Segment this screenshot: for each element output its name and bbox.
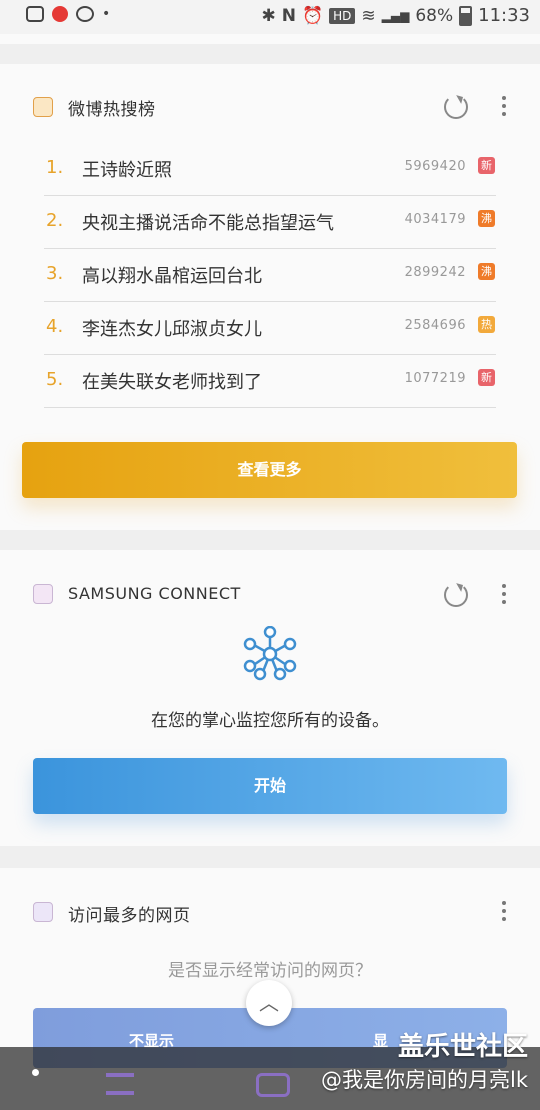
browser-icon: [33, 902, 53, 922]
hot-list-item[interactable]: 2. 央视主播说活命不能总指望运气 4034179 沸: [44, 196, 496, 249]
system-status: ✱ N ⏰ HD ≋ ▂▄▆ 68% 11:33: [261, 5, 530, 26]
hot-rank: 1.: [46, 157, 64, 178]
samsung-description: 在您的掌心监控您所有的设备。: [151, 711, 389, 731]
hot-badge: 新: [478, 369, 495, 386]
hot-badge: 沸: [478, 210, 495, 227]
refresh-icon[interactable]: [444, 583, 468, 607]
hd-badge: HD: [329, 7, 356, 24]
previous-card-edge: [0, 34, 540, 44]
hot-count: 5969420: [404, 159, 466, 174]
status-bar: • ✱ N ⏰ HD ≋ ▂▄▆ 68% 11:33: [0, 0, 540, 34]
weibo-icon: [76, 6, 94, 22]
scroll-to-top-button[interactable]: ︿: [246, 980, 292, 1026]
nav-home-icon: [256, 1073, 290, 1097]
card-title: 微博热搜榜: [68, 100, 156, 120]
refresh-icon[interactable]: [444, 95, 468, 119]
view-more-button[interactable]: 查看更多: [22, 442, 517, 498]
hot-title: 高以翔水晶棺运回台北: [82, 266, 262, 287]
card-title: 访问最多的网页: [68, 906, 191, 926]
samsung-connect-icon: [33, 584, 53, 604]
hot-count: 4034179: [404, 212, 466, 227]
weibo-icon: [33, 97, 53, 117]
visited-question: 是否显示经常访问的网页？: [168, 961, 372, 981]
device-network-icon: [243, 626, 297, 681]
hot-title: 在美失联女老师找到了: [82, 372, 262, 393]
battery-percent: 68%: [415, 5, 454, 26]
dot-icon: •: [102, 6, 111, 22]
hot-count: 2899242: [404, 265, 466, 280]
more-options-icon[interactable]: [502, 901, 506, 925]
hot-rank: 2.: [46, 210, 64, 231]
hot-count: 1077219: [404, 371, 466, 386]
alarm-icon: ⏰: [301, 5, 324, 26]
hot-list-item[interactable]: 5. 在美失联女老师找到了 1077219 新: [44, 355, 496, 408]
signal-icon: ▂▄▆: [381, 8, 410, 23]
hot-title: 李连杰女儿邱淑贞女儿: [82, 319, 262, 340]
bilibili-icon: [26, 6, 44, 22]
hot-title: 王诗龄近照: [82, 160, 172, 181]
battery-icon: [459, 5, 473, 26]
search-app-icon: [52, 6, 68, 22]
clock: 11:33: [478, 5, 530, 26]
start-button[interactable]: 开始: [33, 758, 507, 814]
hot-badge: 新: [478, 157, 495, 174]
notification-icons: •: [26, 6, 110, 22]
nfc-icon: N: [281, 5, 296, 26]
hot-rank: 4.: [46, 316, 64, 337]
hot-list-item[interactable]: 4. 李连杰女儿邱淑贞女儿 2584696 热: [44, 302, 496, 355]
watermark-user: @我是你房间的月亮lk: [321, 1068, 528, 1092]
wifi-icon: ≋: [361, 5, 376, 26]
hot-count: 2584696: [404, 318, 466, 333]
more-options-icon[interactable]: [502, 584, 506, 608]
bluetooth-icon: ✱: [261, 5, 276, 26]
hot-list-item[interactable]: 3. 高以翔水晶棺运回台北 2899242 沸: [44, 249, 496, 302]
watermark-dot: [32, 1069, 39, 1076]
hot-rank: 5.: [46, 369, 64, 390]
chevron-up-icon: ︿: [259, 991, 279, 1015]
more-options-icon[interactable]: [502, 96, 506, 120]
nav-tabs-icon: [106, 1073, 134, 1095]
hot-badge: 热: [478, 316, 495, 333]
hot-list-item[interactable]: 1. 王诗龄近照 5969420 新: [44, 143, 496, 196]
hot-rank: 3.: [46, 263, 64, 284]
watermark-site: 盖乐世社区: [397, 1032, 528, 1062]
hot-title: 央视主播说活命不能总指望运气: [82, 213, 334, 234]
hot-badge: 沸: [478, 263, 495, 280]
card-title: SAMSUNG CONNECT: [68, 584, 241, 603]
